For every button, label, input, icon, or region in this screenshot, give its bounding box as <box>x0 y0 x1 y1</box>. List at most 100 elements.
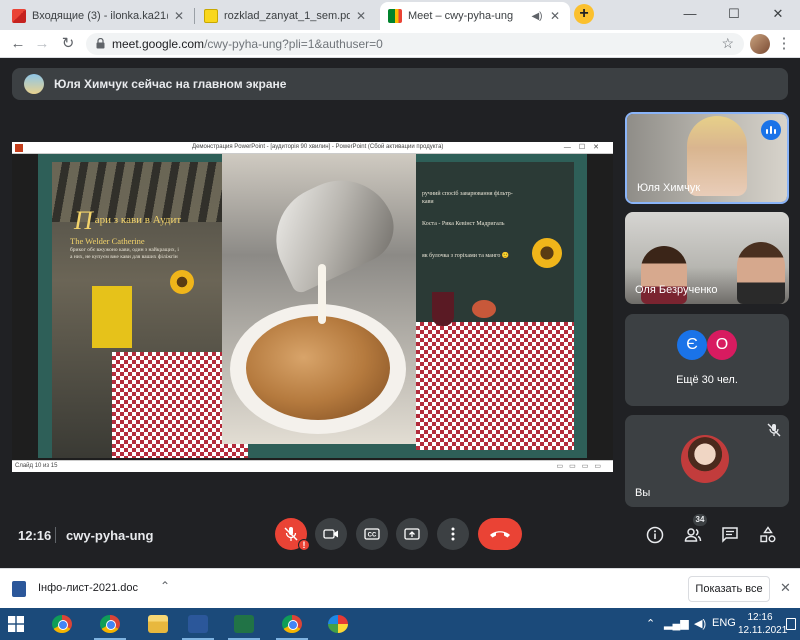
taskbar-chrome[interactable] <box>40 608 84 640</box>
network-icon[interactable]: ▂▄▆ <box>664 617 689 630</box>
participant-avatar: Є <box>677 330 707 360</box>
tab-title: Входящие (3) - ilonka.ka21@gm <box>32 10 168 22</box>
more-participants-tile[interactable]: Є О Ещё 30 чел. <box>625 314 789 406</box>
participant-name: Оля Безрученко <box>635 284 718 296</box>
speaking-indicator-icon <box>761 120 781 140</box>
pdf-icon <box>204 9 218 23</box>
milk-pitcher-image <box>258 162 406 296</box>
slide: Пари з кави в Аудит The Welder Catherine… <box>38 154 587 458</box>
word-icon <box>188 615 208 633</box>
chevron-up-icon[interactable]: ⌃ <box>160 579 170 593</box>
more-vert-icon <box>451 527 455 541</box>
participant-tile-olya[interactable]: Оля Безрученко <box>625 212 789 304</box>
more-participants-label: Ещё 30 чел. <box>676 374 738 386</box>
meeting-code: cwy-pyha-ung <box>66 528 154 543</box>
taskbar-file-explorer[interactable] <box>136 608 180 640</box>
maximize-icon[interactable]: ☐ <box>712 0 756 30</box>
mic-off-icon <box>284 527 298 541</box>
self-avatar <box>681 435 729 483</box>
notifications-icon[interactable] <box>786 618 796 630</box>
coffee-image <box>246 316 390 420</box>
people-icon[interactable] <box>684 526 702 544</box>
slide-right-text-3: як булочка з горіхами та манго 🙂 <box>422 253 510 259</box>
url-text: meet.google.com/cwy-pyha-ung?pli=1&authu… <box>112 37 383 51</box>
camera-toggle-button[interactable] <box>315 518 347 550</box>
address-bar: ← → ↻ meet.google.com/cwy-pyha-ung?pli=1… <box>0 30 800 58</box>
close-tab-icon[interactable]: ✕ <box>354 9 368 23</box>
taskbar-chrome-active[interactable] <box>270 608 314 640</box>
bookmark-star-icon[interactable]: ☆ <box>721 35 734 52</box>
gmail-icon <box>12 9 26 23</box>
speaker-icon[interactable]: ◀) <box>530 11 544 22</box>
show-all-downloads-button[interactable]: Показать все <box>688 576 770 602</box>
taskbar-clock[interactable]: 12:16 12.11.2021 <box>738 611 788 637</box>
slide-title-initial: П <box>74 206 93 235</box>
clock-date: 12.11.2021 <box>738 625 788 636</box>
participant-video <box>737 242 785 304</box>
download-file-name[interactable]: Інфо-лист-2021.doc <box>38 582 138 594</box>
tab-meet[interactable]: Meet – cwy-pyha-ung ◀) ✕ <box>380 2 570 30</box>
slide-body-text: бриког обє вжужоно кави, один з найкращи… <box>70 247 179 260</box>
menu-dots-icon[interactable]: ⋮ <box>774 34 794 54</box>
url-path: /cwy-pyha-ung?pli=1&authuser=0 <box>204 37 383 51</box>
milk-stream-image <box>318 264 326 324</box>
volume-icon[interactable]: ◀) <box>694 617 706 630</box>
slide-title: Пари з кави в Аудит <box>74 206 181 236</box>
slide-right-text-1: ручний спосіб заварювання фільтр-кави <box>422 191 513 205</box>
chrome-icon <box>100 615 120 633</box>
more-options-button[interactable] <box>437 518 469 550</box>
close-tab-icon[interactable]: ✕ <box>548 9 562 23</box>
presentation-stage[interactable]: Демонстрация PowerPoint - [аудиторія 90 … <box>12 142 613 472</box>
captions-icon: CC <box>364 528 380 540</box>
warning-icon: ! <box>298 539 310 551</box>
word-document-icon <box>12 581 26 597</box>
reload-icon[interactable]: ↻ <box>58 34 78 54</box>
self-tile[interactable]: Вы <box>625 415 789 507</box>
wine-glass-image <box>432 292 454 326</box>
chat-icon[interactable] <box>721 526 739 544</box>
activities-icon[interactable] <box>759 526 777 544</box>
camera-icon <box>323 529 338 539</box>
taskbar-excel[interactable] <box>222 608 266 640</box>
minimize-icon[interactable]: — <box>668 0 712 30</box>
tab-pdf[interactable]: rozklad_zanyat_1_sem.pdf ✕ <box>196 2 376 30</box>
profile-avatar[interactable] <box>750 34 770 54</box>
back-icon[interactable]: ← <box>8 34 28 54</box>
close-window-icon[interactable]: ✕ <box>756 0 800 30</box>
forward-icon[interactable]: → <box>32 34 52 54</box>
close-shelf-icon[interactable]: ✕ <box>780 580 791 596</box>
chrome-icon <box>282 615 302 633</box>
view-buttons-icon[interactable]: ▭▭▭▭ <box>557 462 607 470</box>
meet-icon <box>388 9 402 23</box>
present-icon <box>404 528 420 540</box>
presenter-avatar <box>24 74 44 94</box>
slide-latte-photo <box>222 154 416 444</box>
taskbar-word[interactable] <box>176 608 220 640</box>
download-shelf: Інфо-лист-2021.doc ⌃ Показать все ✕ <box>0 568 800 608</box>
new-tab-button[interactable]: + <box>574 4 594 24</box>
slide-title-rest: ари з кави в Аудит <box>94 214 182 226</box>
participant-tile-yulia[interactable]: Юля Химчук <box>625 112 789 204</box>
info-icon[interactable] <box>646 526 664 544</box>
taskbar-paint[interactable] <box>316 608 360 640</box>
tray-chevron-icon[interactable]: ⌃ <box>646 617 655 630</box>
participant-name: Юля Химчук <box>637 182 701 194</box>
present-screen-button[interactable] <box>396 518 428 550</box>
sunflower-image <box>532 238 562 268</box>
captions-button[interactable]: CC <box>356 518 388 550</box>
url-field[interactable]: meet.google.com/cwy-pyha-ung?pli=1&authu… <box>86 33 744 55</box>
leave-call-button[interactable] <box>478 518 522 550</box>
presenter-banner-text: Юля Химчук сейчас на главном экране <box>54 77 287 91</box>
slide-counter: Слайд 10 из 15 <box>15 463 58 469</box>
taskbar-chrome-profile[interactable] <box>88 608 132 640</box>
tab-strip: Входящие (3) - ilonka.ka21@gm ✕ rozklad_… <box>0 0 800 30</box>
tab-gmail[interactable]: Входящие (3) - ilonka.ka21@gm ✕ <box>4 2 194 30</box>
close-tab-icon[interactable]: ✕ <box>172 9 186 23</box>
input-language[interactable]: ENG <box>712 617 736 629</box>
windows-start-icon[interactable] <box>8 616 24 632</box>
lock-icon <box>96 38 105 49</box>
participant-count-badge: 34 <box>693 514 707 526</box>
slide-right-photo: ручний спосіб заварювання фільтр-кави Ко… <box>416 162 574 450</box>
slide-right-text-2: Коста - Рика Кевінст Мадригаль <box>422 221 505 227</box>
folder-icon <box>148 615 168 633</box>
